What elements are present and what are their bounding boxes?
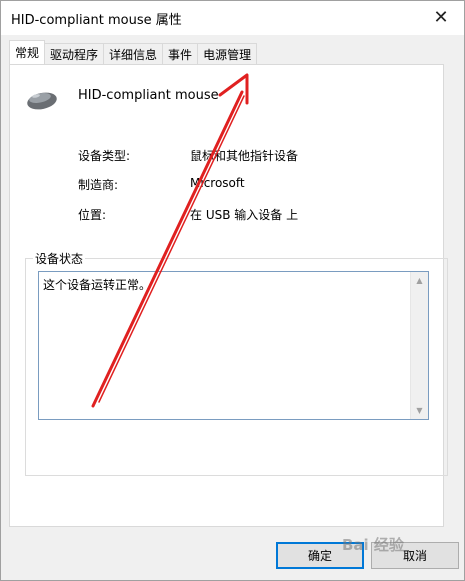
device-type-label: 设备类型: — [78, 149, 131, 163]
status-scrollbar[interactable]: ▲ ▼ — [410, 272, 428, 419]
tab-general[interactable]: 常规 — [9, 40, 46, 64]
device-status-textbox[interactable]: 这个设备运转正常。 ▲ ▼ — [38, 271, 429, 420]
location-label: 位置: — [78, 208, 107, 222]
ok-button[interactable]: 确定 — [276, 542, 364, 569]
tab-power-management[interactable]: 电源管理 — [197, 43, 258, 64]
manufacturer-label: 制造商: — [78, 178, 119, 192]
window-title: HID-compliant mouse 属性 — [11, 13, 182, 28]
close-icon[interactable]: ✕ — [418, 1, 464, 33]
tab-details[interactable]: 详细信息 — [103, 43, 164, 64]
scroll-up-icon[interactable]: ▲ — [411, 272, 428, 289]
device-type-value: 鼠标和其他指针设备 — [190, 149, 299, 163]
cancel-button[interactable]: 取消 — [371, 542, 459, 569]
general-tab-panel: HID-compliant mouse 设备类型: 鼠标和其他指针设备 制造商:… — [9, 64, 448, 527]
device-name: HID-compliant mouse — [78, 88, 219, 103]
tab-events[interactable]: 事件 — [162, 43, 199, 64]
tab-driver[interactable]: 驱动程序 — [44, 43, 105, 64]
properties-dialog: HID-compliant mouse 属性 ✕ 常规 驱动程序 详细信息 事件… — [0, 0, 465, 581]
tab-strip: 常规 驱动程序 详细信息 事件 电源管理 — [9, 40, 258, 64]
manufacturer-value: Microsoft — [190, 176, 245, 190]
mouse-icon — [24, 87, 60, 113]
device-status-title: 设备状态 — [33, 250, 86, 267]
title-bar: HID-compliant mouse 属性 ✕ — [1, 1, 464, 35]
location-value: 在 USB 输入设备 上 — [190, 208, 299, 222]
device-status-text: 这个设备运转正常。 — [43, 278, 152, 292]
scroll-down-icon[interactable]: ▼ — [411, 402, 428, 419]
